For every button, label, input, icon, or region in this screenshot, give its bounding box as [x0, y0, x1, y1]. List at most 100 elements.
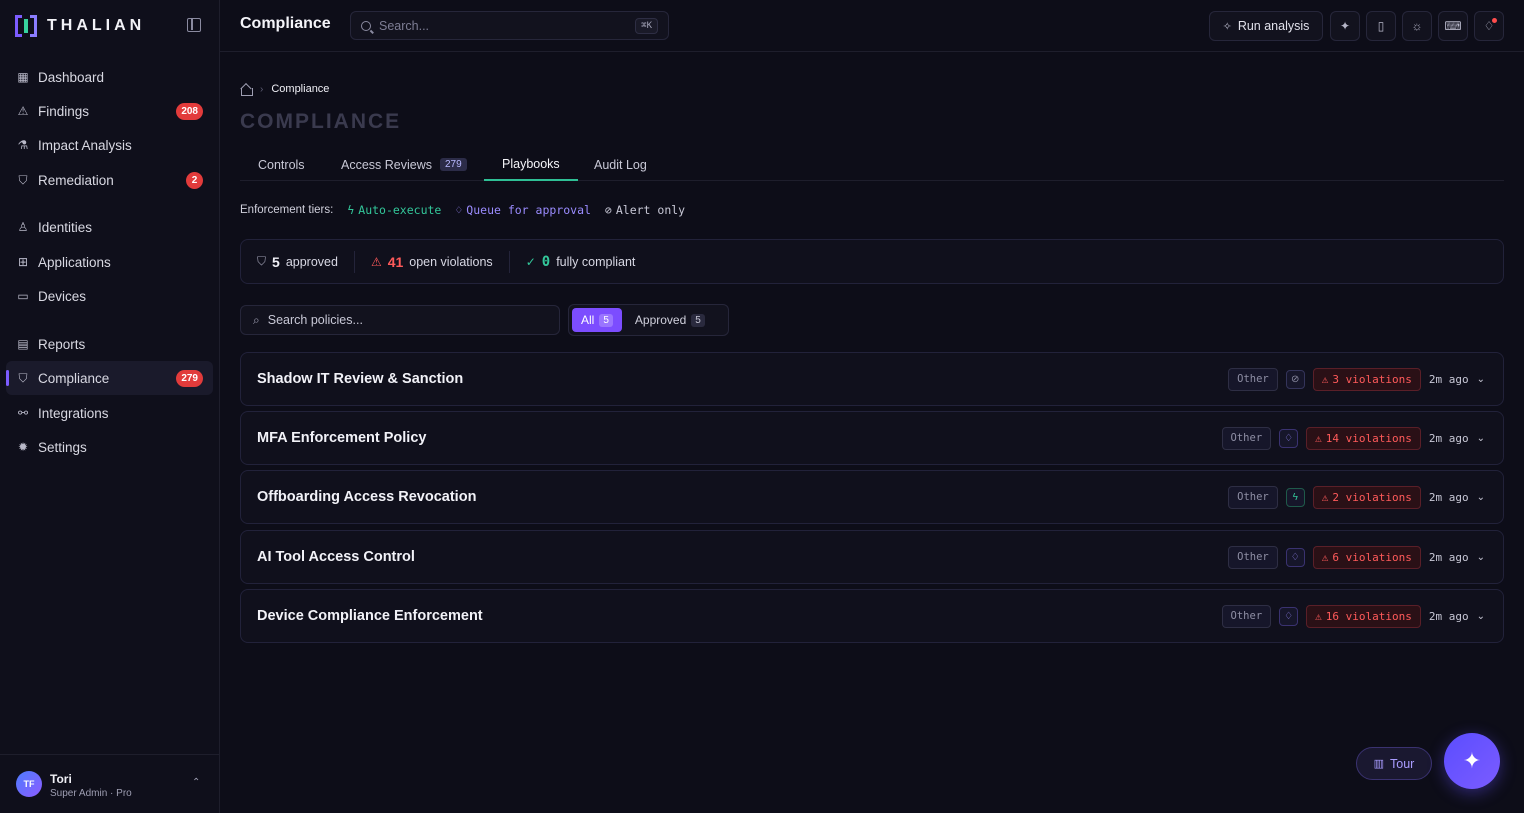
tour-button[interactable]: ▥ Tour [1356, 747, 1432, 780]
user-name: Tori [50, 772, 72, 786]
global-search-input[interactable]: Search... ⌘K [350, 11, 669, 40]
policy-title: AI Tool Access Control [257, 549, 415, 565]
user-menu[interactable]: TF Tori Super Admin · Pro ⌃ [0, 754, 220, 813]
policy-row[interactable]: Device Compliance Enforcement Other ♢ ⚠ 1… [240, 589, 1504, 643]
stat-violations: ⚠ 41 open violations [371, 250, 510, 273]
bell-icon: ♢ [455, 203, 463, 217]
sidebar-item-findings[interactable]: ⚠ Findings 208 [6, 94, 213, 128]
sidebar-item-label: Compliance [38, 370, 110, 386]
breadcrumb-current: Compliance [271, 83, 330, 95]
sidebar: THALIAN ▦ Dashboard ⚠ Findings 208 ⚗ Imp… [0, 0, 220, 813]
breadcrumb: › Compliance [240, 83, 330, 96]
tier-alert-only: ⊘ Alert only [605, 203, 685, 217]
keyboard-icon: ⌨ [1444, 19, 1462, 33]
warning-icon: ⚠ [1321, 550, 1329, 564]
updated-time: 2m ago [1428, 609, 1469, 623]
notifications-button[interactable]: ♢ [1474, 11, 1504, 41]
policy-search-input[interactable]: ⌕ Search policies... [240, 305, 560, 335]
bell-icon: ♢ [1279, 606, 1299, 626]
policy-title: Device Compliance Enforcement [257, 608, 483, 624]
violations-text: 16 violations [1325, 609, 1412, 623]
filter-approved-button[interactable]: Approved 5 [626, 308, 714, 332]
bell-icon: ♢ [1285, 547, 1305, 567]
sidebar-item-impact-analysis[interactable]: ⚗ Impact Analysis [6, 128, 213, 162]
bell-icon: ♢ [1279, 428, 1299, 448]
theme-toggle-button[interactable]: ☼ [1402, 11, 1432, 41]
filter-count: 5 [599, 313, 613, 327]
stat-compliant: ✓ 0 fully compliant [526, 251, 652, 273]
tab-playbooks[interactable]: Playbooks [484, 148, 578, 181]
sidebar-item-identities[interactable]: ♙ Identities [6, 210, 213, 244]
warning-icon: ⚠ [17, 104, 29, 118]
policy-title: Shadow IT Review & Sanction [257, 371, 464, 387]
sidebar-item-settings[interactable]: ✹ Settings [6, 430, 213, 464]
user-role: Super Admin · Pro [50, 788, 132, 799]
policy-row[interactable]: MFA Enforcement Policy Other ♢ ⚠ 14 viola… [240, 411, 1504, 465]
violations-badge: ⚠ 16 violations [1306, 604, 1421, 628]
updated-time: 2m ago [1428, 550, 1469, 564]
main-content: › Compliance COMPLIANCE Controls Access … [220, 52, 1524, 813]
sidebar-item-label: Remediation [38, 172, 114, 188]
sidebar-item-label: Impact Analysis [38, 137, 132, 153]
sidebar-item-label: Dashboard [38, 69, 105, 85]
category-tag: Other [1221, 426, 1272, 450]
bolt-icon: ϟ [347, 203, 355, 217]
sidebar-item-compliance[interactable]: ⛉ Compliance 279 [6, 361, 213, 395]
policy-filter-group: All 5 Approved 5 [568, 304, 729, 336]
search-placeholder: Search... [379, 18, 430, 33]
ai-assist-button[interactable]: ✦ [1330, 11, 1360, 41]
search-icon: ⌕ [253, 312, 260, 327]
top-header: Compliance Search... ⌘K ✧ Run analysis ✦… [220, 0, 1524, 52]
logo[interactable]: THALIAN [15, 14, 145, 38]
warning-icon: ⚠ [1315, 609, 1322, 623]
violations-badge: ⚠ 2 violations [1312, 485, 1421, 509]
approved-label: approved [285, 254, 338, 269]
chevron-down-icon[interactable]: ⌄ [1477, 552, 1485, 563]
sidebar-item-integrations[interactable]: ⚯ Integrations [6, 396, 213, 430]
keyboard-button[interactable]: ⌨ [1438, 11, 1468, 41]
tier-auto-label: Auto-execute [358, 203, 442, 217]
category-tag: Other [1228, 485, 1278, 509]
home-icon[interactable] [240, 84, 253, 96]
docs-button[interactable]: ▯ [1366, 11, 1396, 41]
sidebar-item-dashboard[interactable]: ▦ Dashboard [6, 60, 213, 94]
chevron-down-icon[interactable]: ⌄ [1477, 492, 1485, 503]
compliant-label: fully compliant [556, 254, 636, 269]
policy-search-placeholder: Search policies... [267, 313, 363, 327]
violations-text: 3 violations [1332, 372, 1412, 386]
collapse-sidebar-icon[interactable] [187, 18, 201, 32]
tab-audit-log[interactable]: Audit Log [576, 148, 665, 181]
shield-check-icon: ⛉ [257, 254, 267, 268]
ai-assistant-fab[interactable]: ✦ [1444, 733, 1500, 789]
run-analysis-label: Run analysis [1237, 19, 1310, 33]
tab-label: Access Reviews [341, 157, 432, 172]
policy-row[interactable]: AI Tool Access Control Other ♢ ⚠ 6 violat… [240, 530, 1504, 584]
updated-time: 2m ago [1428, 372, 1469, 386]
run-analysis-button[interactable]: ✧ Run analysis [1209, 11, 1323, 41]
sidebar-item-devices[interactable]: ▭ Devices [6, 279, 213, 313]
violations-badge: ⚠ 3 violations [1312, 367, 1421, 391]
policy-row[interactable]: Offboarding Access Revocation Other ϟ ⚠ 2… [240, 470, 1504, 524]
flask-icon: ⚗ [17, 138, 29, 152]
check-icon: ✓ [525, 254, 536, 269]
tab-access-reviews[interactable]: Access Reviews 279 [323, 148, 485, 181]
chevron-down-icon[interactable]: ⌄ [1477, 374, 1485, 385]
updated-time: 2m ago [1428, 431, 1469, 445]
sidebar-item-remediation[interactable]: ⛉ Remediation 2 [6, 163, 213, 197]
warning-icon: ⚠ [1321, 490, 1329, 504]
policy-row[interactable]: Shadow IT Review & Sanction Other ⊘ ⚠ 3 v… [240, 352, 1504, 406]
chevron-down-icon[interactable]: ⌄ [1477, 433, 1485, 444]
sidebar-item-reports[interactable]: ▤ Reports [6, 327, 213, 361]
violations-count: 41 [387, 253, 404, 270]
sidebar-item-applications[interactable]: ⊞ Applications [6, 245, 213, 279]
chevron-down-icon[interactable]: ⌄ [1477, 611, 1485, 622]
sparkles-icon: ✦ [1462, 748, 1482, 773]
tab-label: Controls [258, 157, 305, 172]
tab-controls[interactable]: Controls [240, 148, 323, 181]
tier-alert-label: Alert only [615, 203, 686, 217]
filter-all-button[interactable]: All 5 [572, 308, 622, 332]
violations-text: 2 violations [1332, 490, 1412, 504]
shield-check-icon: ⛉ [18, 172, 28, 187]
sun-icon: ☼ [1411, 19, 1423, 33]
approved-count: 5 [272, 253, 280, 270]
